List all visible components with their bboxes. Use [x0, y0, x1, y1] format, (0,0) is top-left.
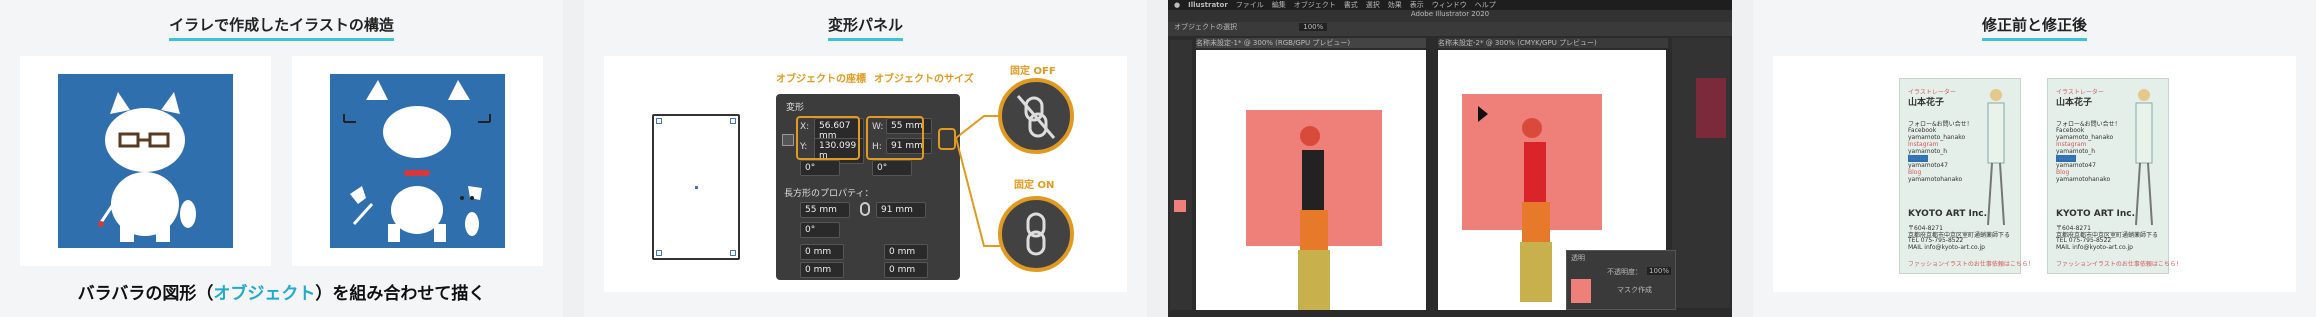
rect-props-label: 長方形のプロパティ： [784, 189, 874, 199]
size-highlight [866, 116, 924, 160]
anchor-handle [656, 250, 662, 256]
control-bar: オブジェクトの選択 100% [1168, 22, 1732, 36]
fashion-figure [1987, 89, 2005, 226]
menu-item[interactable]: 効果 [1388, 0, 1402, 10]
apple-icon[interactable]: ● [1174, 1, 1180, 9]
link-constrain-icon[interactable] [860, 202, 870, 216]
before-after-panel: 修正前と修正後 イラストレーター 山本花子 フォロー&お問い合せ！ Facebo… [1753, 0, 2316, 317]
menu-item[interactable]: オブジェクト [1294, 0, 1336, 10]
shear-input[interactable]: 0° [872, 160, 912, 176]
assembled-illustration-frame [20, 56, 271, 266]
lock-off-label: 固定 OFF [1010, 66, 1056, 77]
thumbnail-image [1696, 78, 1726, 138]
rect-angle-input[interactable]: 0° [800, 222, 840, 238]
transparency-panel: 透明 不透明度： 100% マスク作成 [1566, 250, 1676, 310]
exploded-cat-illustration [343, 80, 491, 242]
menu-item[interactable]: 書式 [1344, 0, 1358, 10]
panel-tab[interactable]: 変形 [786, 100, 804, 113]
menu-item[interactable]: 編集 [1272, 0, 1286, 10]
document-tab-2[interactable]: 名称未設定-2* @ 300% (CMYK/GPU プレビュー) [1438, 38, 1668, 48]
woman-illustration [1298, 126, 1330, 310]
zoom-field[interactable]: 100% [1299, 23, 1328, 31]
corner-radius-3[interactable]: 0 mm [800, 262, 844, 278]
menu-item[interactable]: ウィンドウ [1432, 0, 1467, 10]
coords-label: オブジェクトの座標 [776, 74, 866, 85]
rect-height-input[interactable]: 91 mm [876, 202, 926, 218]
artboard-1 [1196, 50, 1426, 310]
make-mask-button[interactable]: マスク作成 [1617, 285, 1652, 295]
fill-swatch[interactable] [1174, 200, 1186, 212]
cursor-icon [1478, 106, 1488, 122]
rotate-input[interactable]: 0° [800, 160, 840, 176]
cards-frame: イラストレーター 山本花子 フォロー&お問い合せ！ Facebook yamam… [1773, 56, 2296, 292]
menu-item[interactable]: 選択 [1366, 0, 1380, 10]
fashion-figure [2135, 89, 2153, 226]
center-point [695, 186, 698, 189]
illustration-caption: バラバラの図形（オブジェクト）を組み合わせて描く [77, 284, 486, 304]
business-card-after: イラストレーター 山本花子 フォロー&お問い合せ！ Facebook yamam… [2047, 78, 2182, 274]
corner-radius-1[interactable]: 0 mm [800, 244, 844, 260]
menu-item[interactable]: ヘルプ [1475, 0, 1496, 10]
anchor-handle [656, 118, 662, 124]
illustrator-window: ● Illustrator ファイル 編集 オブジェクト 書式 選択 効果 表示… [1168, 0, 1732, 317]
corner-radius-2[interactable]: 0 mm [884, 244, 928, 260]
document-tab-1[interactable]: 名称未設定-1* @ 300% (RGB/GPU プレビュー) [1196, 38, 1426, 48]
anchor-handle [730, 118, 736, 124]
exploded-illustration-frame [292, 56, 543, 266]
panel-title: 修正前と修正後 [1753, 14, 2316, 41]
link-icon [1026, 212, 1046, 256]
cat-illustration [98, 92, 196, 242]
transform-panel-section: 変形パネル オブジェクトの座標 オブジェクトのサイズ 変形 X: 56.607 … [584, 0, 1147, 317]
business-card-before: イラストレーター 山本花子 フォロー&お問い合せ！ Facebook yamam… [1899, 78, 2034, 274]
blue-background [58, 74, 233, 248]
coords-highlight [796, 116, 860, 160]
menu-item[interactable]: 表示 [1410, 0, 1424, 10]
reference-point-icon[interactable] [782, 134, 794, 146]
blue-background [330, 74, 505, 248]
menu-item[interactable]: ファイル [1236, 0, 1264, 10]
size-label: オブジェクトのサイズ [874, 74, 974, 85]
panel-title: 変形パネル [584, 14, 1147, 41]
transform-figure: オブジェクトの座標 オブジェクトのサイズ 変形 X: 56.607 mm Y: … [604, 56, 1127, 292]
tools-panel [1170, 40, 1192, 310]
panel-title: イラレで作成したイラストの構造 [0, 14, 563, 41]
right-panels [1672, 38, 1730, 308]
corner-radius-4[interactable]: 0 mm [884, 262, 928, 278]
rect-width-input[interactable]: 55 mm [800, 202, 850, 218]
lock-on-label: 固定 ON [1014, 180, 1055, 191]
connector-line [955, 115, 1000, 247]
menu-bar: ● Illustrator ファイル 編集 オブジェクト 書式 選択 効果 表示… [1168, 0, 1732, 10]
unlink-icon [1016, 95, 1056, 139]
illustration-structure-panel: イラレで作成したイラストの構造 バラバラの図形（オブジェクト）を組み合わせて描く [0, 0, 563, 317]
lock-on-circle [998, 196, 1074, 272]
lock-off-circle [998, 78, 1074, 154]
anchor-handle [730, 250, 736, 256]
opacity-input[interactable]: 100% [1647, 267, 1672, 275]
title-bar: Adobe Illustrator 2020 [1168, 10, 1732, 22]
mask-thumbnail [1571, 279, 1591, 303]
selected-rectangle [652, 114, 740, 260]
menu-item[interactable]: Illustrator [1188, 1, 1228, 9]
